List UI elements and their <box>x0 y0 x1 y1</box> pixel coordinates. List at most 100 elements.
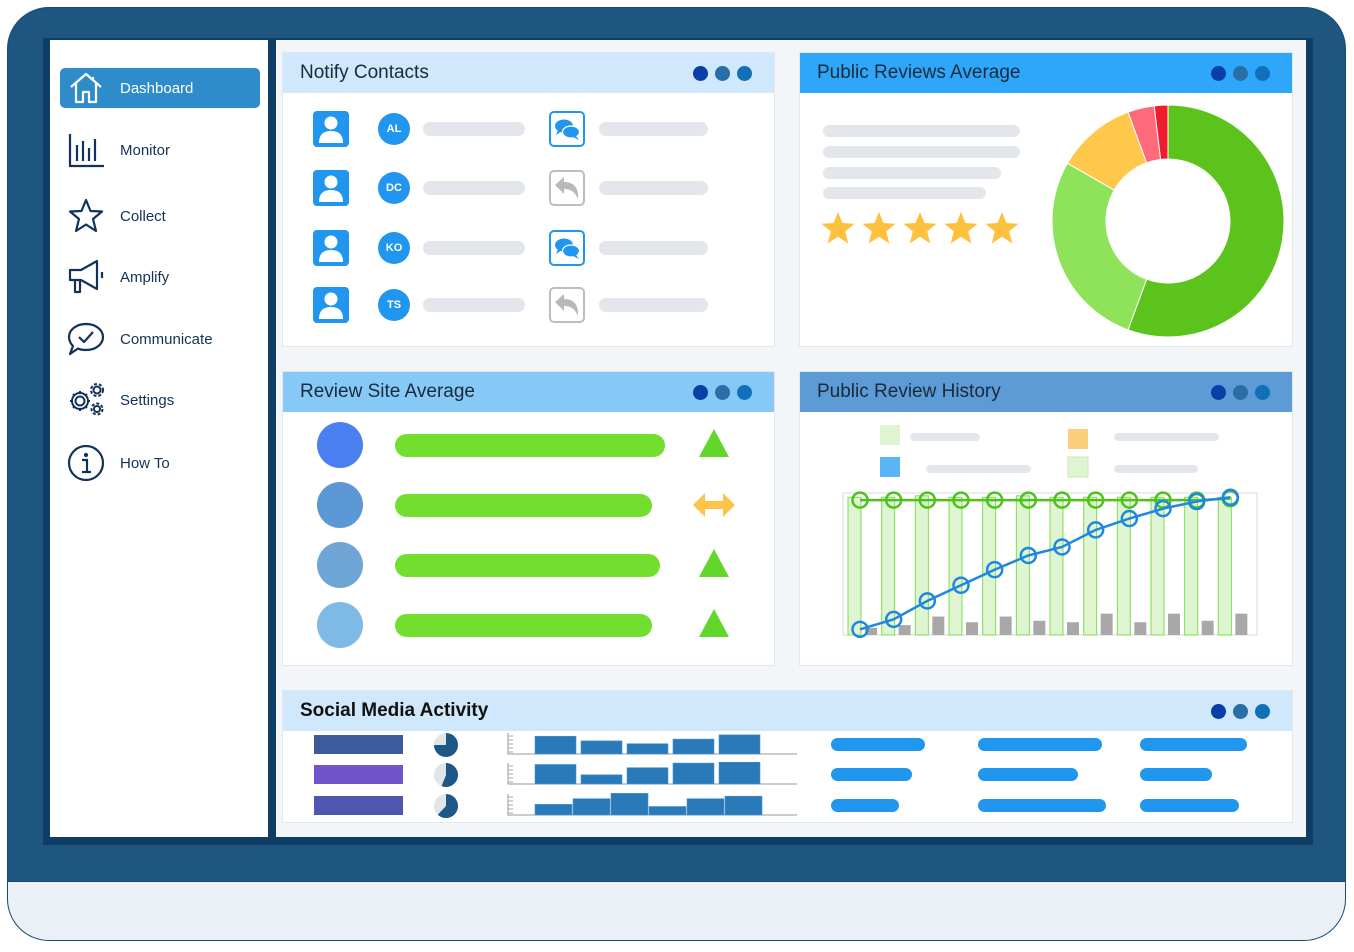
card-menu[interactable] <box>1211 703 1270 719</box>
legend-label-placeholder <box>1114 433 1219 441</box>
legend-label-placeholder <box>910 433 980 441</box>
activity-bar-chart <box>507 761 797 791</box>
bar-green[interactable] <box>1049 496 1064 636</box>
sidebar-item-amplify[interactable]: Amplify <box>60 257 260 297</box>
sidebar-item-label: Settings <box>120 391 175 409</box>
card-menu[interactable] <box>693 384 752 400</box>
contact-initials: AL <box>378 113 410 145</box>
bar-grey[interactable] <box>898 625 911 635</box>
sidebar-item-dashboard[interactable]: Dashboard <box>60 68 260 108</box>
menu-dot <box>1233 703 1248 719</box>
contact-avatar-icon[interactable] <box>313 287 349 323</box>
rating-star-icon <box>984 211 1020 250</box>
mini-bar <box>672 762 715 785</box>
menu-dot <box>1211 703 1226 719</box>
site-logo <box>317 542 363 588</box>
review-site-average-card: Review Site Average <box>282 371 775 666</box>
trend-up-icon <box>698 608 730 643</box>
legend-swatch <box>880 425 900 445</box>
chat-bubbles-icon[interactable] <box>549 230 585 266</box>
sidebar-item-collect[interactable]: Collect <box>60 196 260 236</box>
bar-green[interactable] <box>914 495 929 636</box>
rating-star-icon <box>861 211 897 250</box>
bar-grey[interactable] <box>1100 613 1113 635</box>
contact-status-placeholder <box>599 122 708 136</box>
sidebar-item-how-to[interactable]: How To <box>60 443 260 483</box>
card-title: Public Review History <box>817 381 1001 402</box>
sidebar-item-settings[interactable]: Settings <box>60 380 260 420</box>
bar-grey[interactable] <box>1168 613 1180 635</box>
review-history-chart <box>842 425 1258 639</box>
social-media-activity-card: Social Media Activity <box>282 690 1293 823</box>
text-placeholder <box>823 125 1020 137</box>
card-menu[interactable] <box>1211 65 1270 81</box>
bar-green[interactable] <box>948 496 963 636</box>
contact-avatar-icon[interactable] <box>313 230 349 266</box>
sidebar-item-monitor[interactable]: Monitor <box>60 130 260 170</box>
site-score-bar <box>395 554 660 577</box>
site-score-bar <box>395 494 652 517</box>
sidebar-item-communicate[interactable]: Communicate <box>60 319 260 359</box>
bar-grey[interactable] <box>1033 620 1046 635</box>
card-menu[interactable] <box>1211 384 1270 400</box>
star-rating <box>820 211 1020 250</box>
reply-icon[interactable] <box>549 170 585 206</box>
platform-swatch <box>314 796 403 815</box>
chat-bubbles-icon[interactable] <box>549 111 585 147</box>
legend-swatch <box>1068 429 1088 449</box>
bar-green[interactable] <box>1217 496 1232 636</box>
mini-bar <box>724 795 763 816</box>
bar-green[interactable] <box>1015 495 1030 636</box>
home-icon <box>66 68 106 108</box>
monitor-chin <box>8 881 1345 940</box>
bar-grey[interactable] <box>1134 622 1147 635</box>
contact-initials: KO <box>378 232 410 264</box>
menu-dot <box>693 65 708 81</box>
bar-green[interactable] <box>1184 496 1199 636</box>
card-header: Social Media Activity <box>283 691 1292 731</box>
bar-green[interactable] <box>1150 496 1165 636</box>
mini-bar <box>718 761 761 785</box>
gears-icon <box>66 380 106 420</box>
reply-icon[interactable] <box>549 287 585 323</box>
bar-grey[interactable] <box>999 616 1012 635</box>
activity-pie-icon <box>434 763 458 792</box>
bar-green[interactable] <box>847 496 862 636</box>
text-placeholder <box>823 187 986 199</box>
metric-bar <box>978 738 1102 751</box>
card-header: Public Review History <box>800 372 1292 412</box>
bar-grey[interactable] <box>1067 622 1079 635</box>
mini-bar <box>534 804 573 816</box>
bar-grey[interactable] <box>1201 620 1214 635</box>
card-title: Public Reviews Average <box>817 62 1021 83</box>
text-placeholder <box>823 167 1001 179</box>
card-title: Notify Contacts <box>300 62 429 83</box>
menu-dot <box>715 384 730 400</box>
megaphone-icon <box>66 257 106 297</box>
legend-label-placeholder <box>1114 465 1198 473</box>
bar-green[interactable] <box>1083 496 1098 636</box>
rating-star-icon <box>943 211 979 250</box>
contact-avatar-icon[interactable] <box>313 170 349 206</box>
mini-bar <box>610 793 649 816</box>
platform-swatch <box>314 735 403 754</box>
legend-swatch <box>880 457 900 477</box>
card-menu[interactable] <box>693 65 752 81</box>
donut-slice-4-stars[interactable] <box>1051 162 1148 331</box>
sidebar-item-label: Dashboard <box>120 79 194 97</box>
bar-grey[interactable] <box>1235 613 1248 635</box>
mini-bar <box>534 764 577 785</box>
bar-grey[interactable] <box>966 622 978 635</box>
activity-pie-icon <box>434 733 458 762</box>
bar-grey[interactable] <box>932 616 945 635</box>
sidebar-item-label: Collect <box>120 207 166 225</box>
reviews-donut-chart <box>1051 104 1285 338</box>
sidebar-item-label: How To <box>120 454 170 472</box>
public-review-history-card: Public Review History <box>799 371 1293 666</box>
contact-status-placeholder <box>599 181 708 195</box>
contact-name-placeholder <box>423 122 525 136</box>
contact-initials: TS <box>378 289 410 321</box>
legend-label-placeholder <box>926 465 1031 473</box>
menu-dot <box>737 65 752 81</box>
contact-avatar-icon[interactable] <box>313 111 349 147</box>
